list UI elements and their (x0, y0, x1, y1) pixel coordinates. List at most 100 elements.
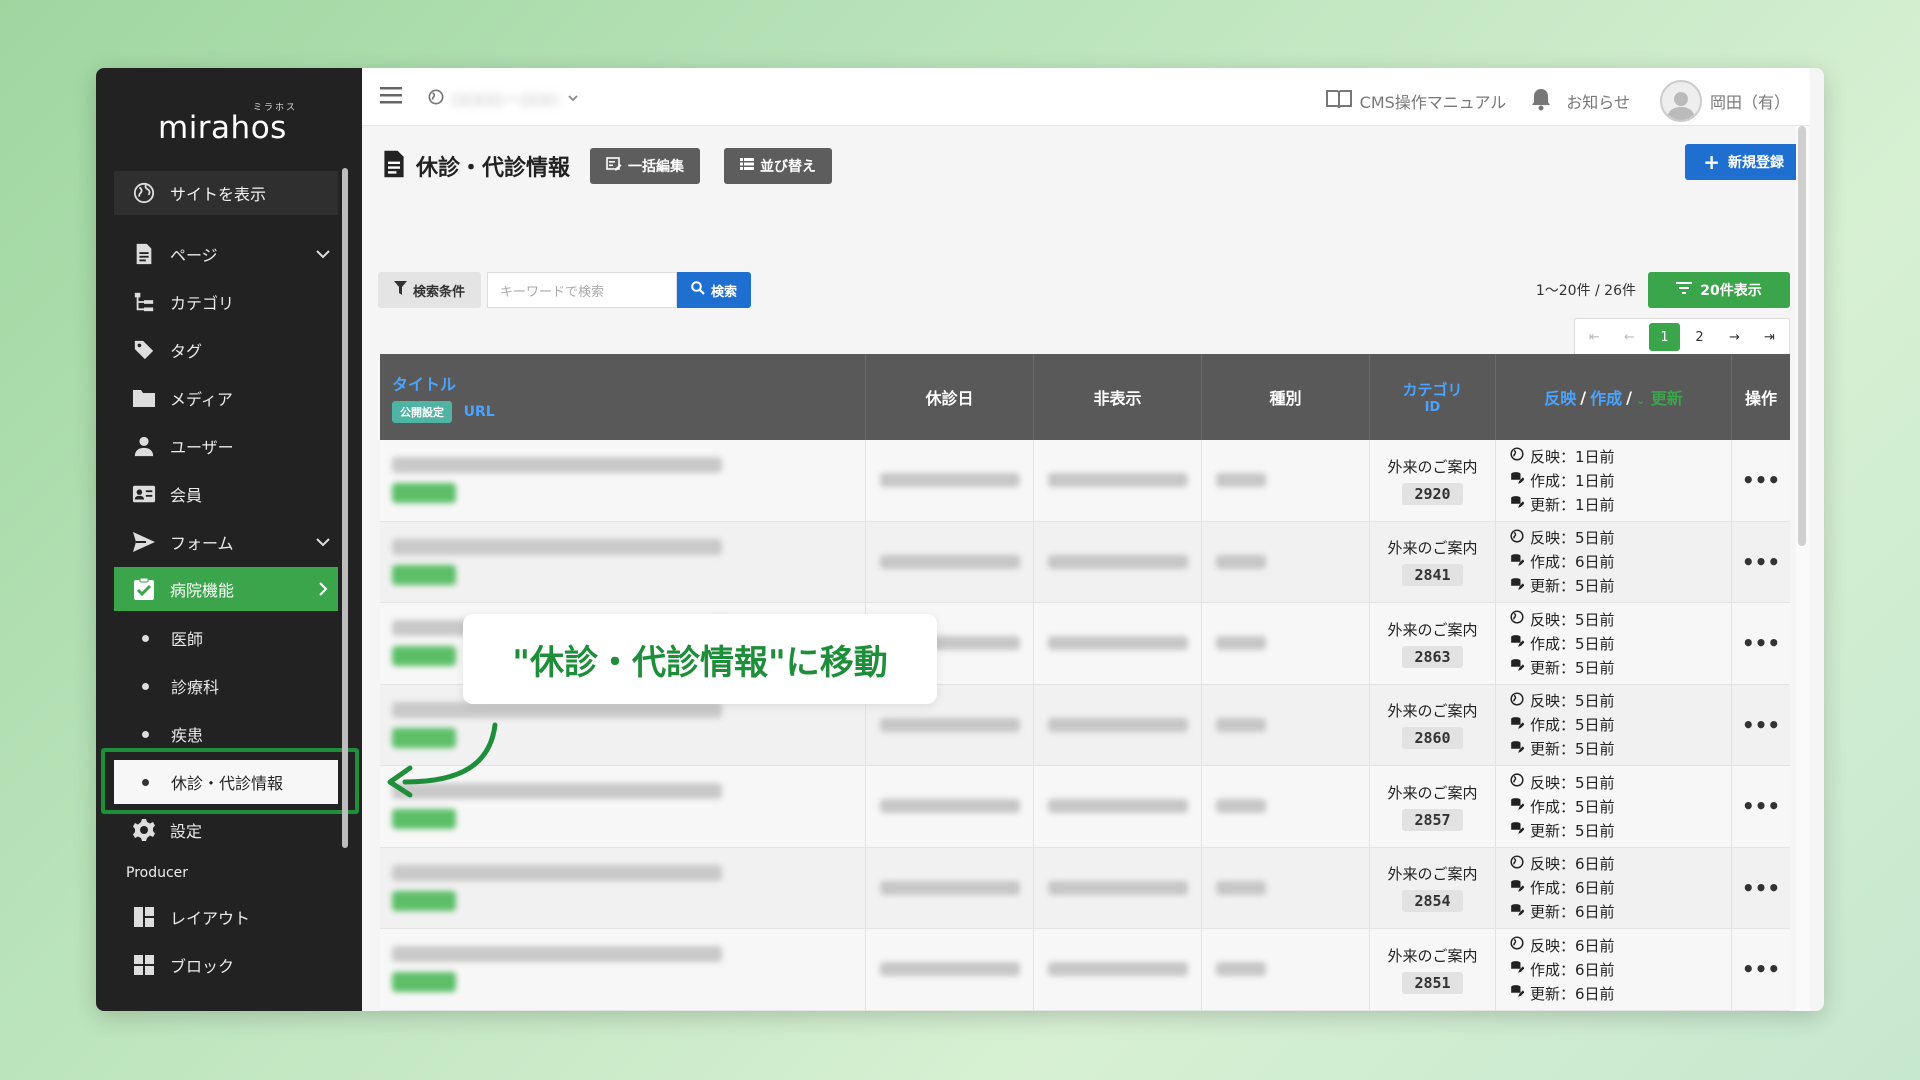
sidebar-item-tags[interactable]: タグ (114, 328, 338, 372)
page-2[interactable]: 2 (1684, 323, 1715, 351)
main-scroll-track (1796, 126, 1810, 1011)
sidebar-subitem-doctors[interactable]: 医師 (114, 616, 338, 660)
bullet-icon (142, 682, 149, 690)
table-row[interactable]: 外来のご案内 2841 反映：5日前 作成：6日前 更新：5日前 ••• (380, 521, 1790, 603)
sort-url-link[interactable]: URL (464, 404, 495, 420)
cell-category: 外来のご案内 2854 (1370, 847, 1496, 928)
cell-title[interactable] (380, 521, 866, 602)
table-row[interactable]: 外来のご案内 2848 反映：6日前 作成：6日前 更新：6日前 ••• (380, 1010, 1790, 1012)
sidebar-item-blocks[interactable]: ブロック (114, 943, 338, 987)
sidebar-subitem-departments[interactable]: 診療科 (114, 664, 338, 708)
globe-icon (1510, 692, 1524, 710)
cell-category: 外来のご案内 2863 (1370, 603, 1496, 684)
table-row[interactable]: 外来のご案内 2851 反映：6日前 作成：6日前 更新：6日前 ••• (380, 929, 1790, 1011)
result-count-row: 1〜20件 / 26件 20件表示 (1536, 272, 1790, 308)
sidebar-item-settings[interactable]: 設定 (114, 808, 338, 852)
row-actions-button[interactable]: ••• (1732, 522, 1790, 603)
cell-title[interactable] (380, 1010, 866, 1011)
blurred-date (879, 880, 1020, 895)
search-input[interactable]: キーワードで検索 (487, 272, 678, 308)
per-page-button[interactable]: 20件表示 (1648, 272, 1790, 308)
next-page-icon[interactable]: → (1719, 323, 1750, 351)
status-created-text: 作成：5日前 (1530, 797, 1615, 816)
page-current[interactable]: 1 (1649, 323, 1680, 351)
table-row[interactable]: 外来のご案内 2920 反映：1日前 作成：1日前 更新：1日前 ••• (380, 440, 1790, 522)
sort-id-link[interactable]: ID (1425, 400, 1441, 415)
table-row[interactable]: 外来のご案内 2854 反映：6日前 作成：6日前 更新：6日前 ••• (380, 847, 1790, 929)
tree-icon (132, 290, 156, 314)
row-actions-button[interactable]: ••• (1732, 766, 1790, 847)
status-updated: 更新：6日前 (1510, 982, 1615, 1004)
cell-kind (1202, 521, 1370, 602)
cell-category: 外来のご案内 2860 (1370, 684, 1496, 765)
sidebar-item-label: タグ (170, 342, 203, 361)
site-selector[interactable]: ○○○○・○○○ (428, 88, 579, 109)
cell-title[interactable] (380, 440, 866, 521)
sort-category-link[interactable]: カテゴリ (1402, 379, 1462, 400)
site-name: ○○○○・○○○ (452, 90, 559, 108)
th-category: カテゴリ ID (1370, 354, 1496, 440)
status-created: 作成：5日前 (1510, 714, 1615, 736)
blurred-title (392, 864, 722, 881)
search-button[interactable]: 検索 (677, 272, 752, 308)
database-edit-icon (1510, 553, 1525, 571)
bulk-edit-button[interactable]: 一括編集 (590, 148, 701, 184)
manual-link[interactable]: CMS操作マニュアル (1325, 88, 1506, 114)
category-name: 外来のご案内 (1387, 457, 1478, 476)
sort-title-link[interactable]: タイトル (392, 371, 456, 395)
sidebar-item-layout[interactable]: レイアウト (114, 895, 338, 939)
view-site-link[interactable]: サイトを表示 (114, 171, 338, 215)
row-actions-button[interactable]: ••• (1732, 603, 1790, 684)
status-reflect-text: 反映：5日前 (1530, 773, 1615, 792)
bulk-edit-label: 一括編集 (628, 159, 685, 175)
cell-kind (1202, 440, 1370, 521)
category-name: 外来のご案内 (1387, 783, 1478, 802)
filter-button[interactable]: 検索条件 (378, 272, 482, 308)
blurred-date (879, 717, 1020, 732)
document-icon (382, 149, 406, 183)
new-entry-button[interactable]: + 新規登録 (1685, 144, 1802, 180)
status-reflect: 反映：5日前 (1510, 608, 1615, 630)
sort-updated-link[interactable]: ⌄ 更新 (1636, 385, 1683, 409)
logo[interactable]: ミラホス mirahos (158, 100, 298, 146)
sidebar-item-hospital[interactable]: 病院機能 (114, 567, 338, 611)
status-created: 作成：6日前 (1510, 958, 1615, 980)
row-actions-button[interactable]: ••• (1732, 1011, 1790, 1012)
arrow-icon (387, 722, 498, 798)
sidebar-item-label: ページ (170, 246, 218, 265)
row-actions-button[interactable]: ••• (1732, 848, 1790, 929)
sidebar-item-media[interactable]: メディア (114, 376, 338, 420)
sidebar-item-pages[interactable]: ページ (114, 232, 338, 276)
last-page-icon[interactable]: ⇥ (1754, 323, 1785, 351)
user-menu[interactable]: 岡田（有） (1659, 80, 1790, 122)
notice-link[interactable]: お知らせ (1530, 87, 1630, 115)
table-row[interactable]: 外来のご案内 2857 反映：5日前 作成：5日前 更新：5日前 ••• (380, 766, 1790, 848)
sidebar-item-users[interactable]: ユーザー (114, 424, 338, 468)
prev-page-icon[interactable]: ← (1614, 323, 1645, 351)
sidebar-scrollbar[interactable] (342, 168, 348, 848)
category-id: 2920 (1402, 482, 1463, 505)
first-page-icon[interactable]: ⇤ (1579, 323, 1610, 351)
status-created-text: 作成：6日前 (1530, 879, 1615, 898)
cell-hide (1034, 766, 1202, 847)
sidebar-item-category[interactable]: カテゴリ (114, 280, 338, 324)
menu-icon[interactable] (380, 86, 402, 108)
database-edit-icon (1510, 658, 1525, 676)
sort-button[interactable]: 並び替え (724, 148, 833, 184)
sort-updated-label: 更新 (1650, 389, 1683, 408)
blurred-status-badge (392, 564, 456, 585)
sort-reflect-link[interactable]: 反映 (1544, 385, 1576, 409)
row-actions-button[interactable]: ••• (1732, 929, 1790, 1010)
status-reflect: 反映：5日前 (1510, 771, 1615, 793)
row-actions-button[interactable]: ••• (1732, 440, 1790, 521)
sidebar-item-forms[interactable]: フォーム (114, 520, 338, 564)
row-actions-button[interactable]: ••• (1732, 685, 1790, 766)
sort-created-link[interactable]: 作成 (1590, 385, 1622, 409)
main-scrollbar[interactable] (1798, 126, 1806, 546)
cell-title[interactable] (380, 929, 866, 1010)
plus-icon: + (1703, 150, 1720, 174)
database-edit-icon (1510, 495, 1525, 513)
database-edit-icon (1510, 879, 1525, 897)
sidebar-item-members[interactable]: 会員 (114, 472, 338, 516)
cell-title[interactable] (380, 847, 866, 928)
